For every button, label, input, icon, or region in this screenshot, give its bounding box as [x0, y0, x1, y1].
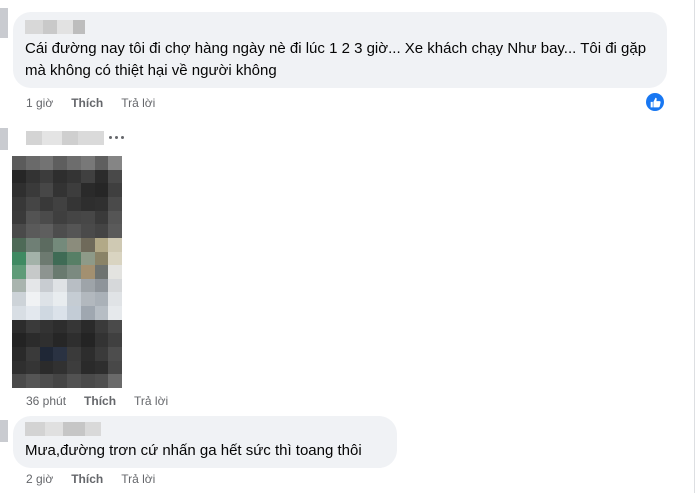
scroll-divider: [694, 0, 695, 493]
reply-button[interactable]: Trả lời: [121, 472, 155, 486]
avatar[interactable]: [0, 420, 8, 442]
comment-image-attachment[interactable]: [12, 156, 122, 388]
comment-actions: 2 giờ Thích Trả lời: [26, 472, 155, 486]
author-name-blurred[interactable]: [25, 20, 85, 34]
reply-button[interactable]: Trả lời: [134, 394, 168, 408]
comment-text: Mưa,đường trơn cứ nhấn ga hết sức thì to…: [25, 442, 362, 459]
like-button[interactable]: Thích: [84, 394, 116, 408]
comment-bubble: Cái đường nay tôi đi chợ hàng ngày nè đi…: [13, 12, 667, 88]
reply-button[interactable]: Trả lời: [121, 96, 155, 110]
comment-bubble: Mưa,đường trơn cứ nhấn ga hết sức thì to…: [13, 416, 397, 468]
thumbs-up-icon: [650, 97, 661, 107]
avatar[interactable]: [0, 8, 8, 38]
avatar[interactable]: [0, 128, 8, 150]
comment-timestamp[interactable]: 36 phút: [26, 394, 66, 408]
like-button[interactable]: Thích: [71, 96, 103, 110]
like-reaction-badge[interactable]: [646, 93, 664, 111]
like-button[interactable]: Thích: [71, 472, 103, 486]
author-name-blurred[interactable]: [26, 131, 104, 145]
comment-timestamp[interactable]: 2 giờ: [26, 472, 53, 486]
comment-text: Cái đường nay tôi đi chợ hàng ngày nè đi…: [25, 40, 647, 79]
more-options-icon[interactable]: [109, 136, 124, 139]
comment-actions: 1 giờ Thích Trả lời: [26, 96, 155, 110]
comment-timestamp[interactable]: 1 giờ: [26, 96, 53, 110]
comment-actions: 36 phút Thích Trả lời: [26, 394, 168, 408]
author-name-blurred[interactable]: [25, 422, 101, 436]
